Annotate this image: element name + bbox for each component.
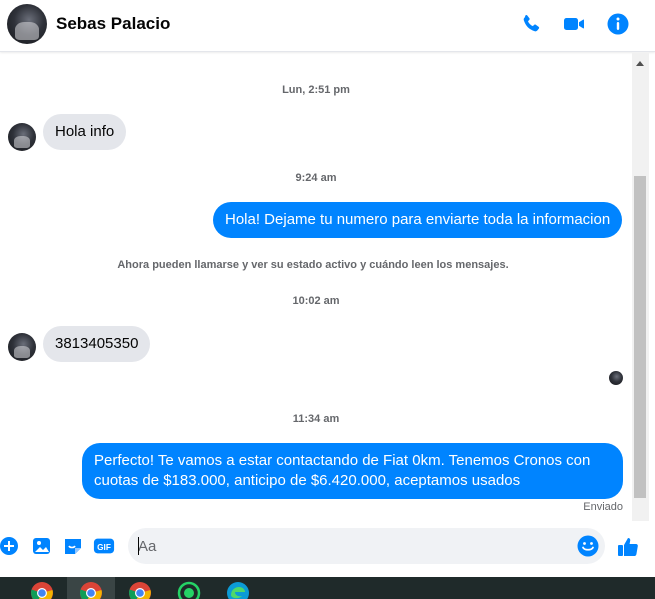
timestamp: 10:02 am [292,295,340,307]
outgoing-message[interactable]: Perfecto! Te vamos a estar contactando d… [82,443,623,499]
sticker-icon[interactable] [62,535,84,557]
chat-header: Sebas Palacio [0,0,655,52]
incoming-message[interactable]: Hola info [43,114,127,150]
sender-avatar[interactable] [8,333,36,361]
composer: GIF [0,521,655,577]
contact-name[interactable]: Sebas Palacio [56,14,170,34]
timestamp: Lun, 2:51 pm [282,84,350,96]
text-caret [138,537,139,555]
message-list[interactable]: Lun, 2:51 pm Hola info 9:24 am Hola! Dej… [0,53,632,521]
phone-icon[interactable] [519,12,543,36]
sent-status: Enviado [583,501,623,513]
scroll-up-arrow-icon[interactable] [636,61,644,66]
scrollbar[interactable] [632,53,649,521]
svg-text:GIF: GIF [97,543,111,552]
timestamp: 9:24 am [295,172,337,184]
message-input[interactable] [138,528,568,564]
scrollbar-thumb[interactable] [634,176,646,498]
chrome-icon[interactable] [18,577,66,599]
whatsapp-icon[interactable] [165,577,213,599]
gif-icon[interactable]: GIF [93,535,117,557]
message-line: cuotas de $183.000, anticipo de $6.420.0… [94,472,521,489]
sender-avatar[interactable] [8,123,36,151]
video-camera-icon[interactable] [562,12,586,36]
incoming-message[interactable]: 3813405350 [43,326,151,362]
edge-icon[interactable] [214,577,262,599]
plus-circle-icon[interactable] [0,535,22,557]
outgoing-message[interactable]: Hola! Dejame tu numero para enviarte tod… [213,202,623,238]
image-icon[interactable] [31,535,53,557]
emoji-icon[interactable] [576,534,600,558]
chrome-icon[interactable] [67,577,115,599]
message-input-container[interactable] [128,528,605,564]
info-icon[interactable] [606,12,630,36]
timestamp: 11:34 am [292,413,340,425]
read-receipt-avatar [609,371,623,385]
chrome-icon[interactable] [116,577,164,599]
message-line: Perfecto! Te vamos a estar contactando d… [94,452,591,469]
system-notice: Ahora pueden llamarse y ver su estado ac… [117,259,509,271]
os-taskbar [0,577,655,599]
contact-avatar[interactable] [7,4,47,44]
thumbs-up-icon[interactable] [616,535,640,559]
